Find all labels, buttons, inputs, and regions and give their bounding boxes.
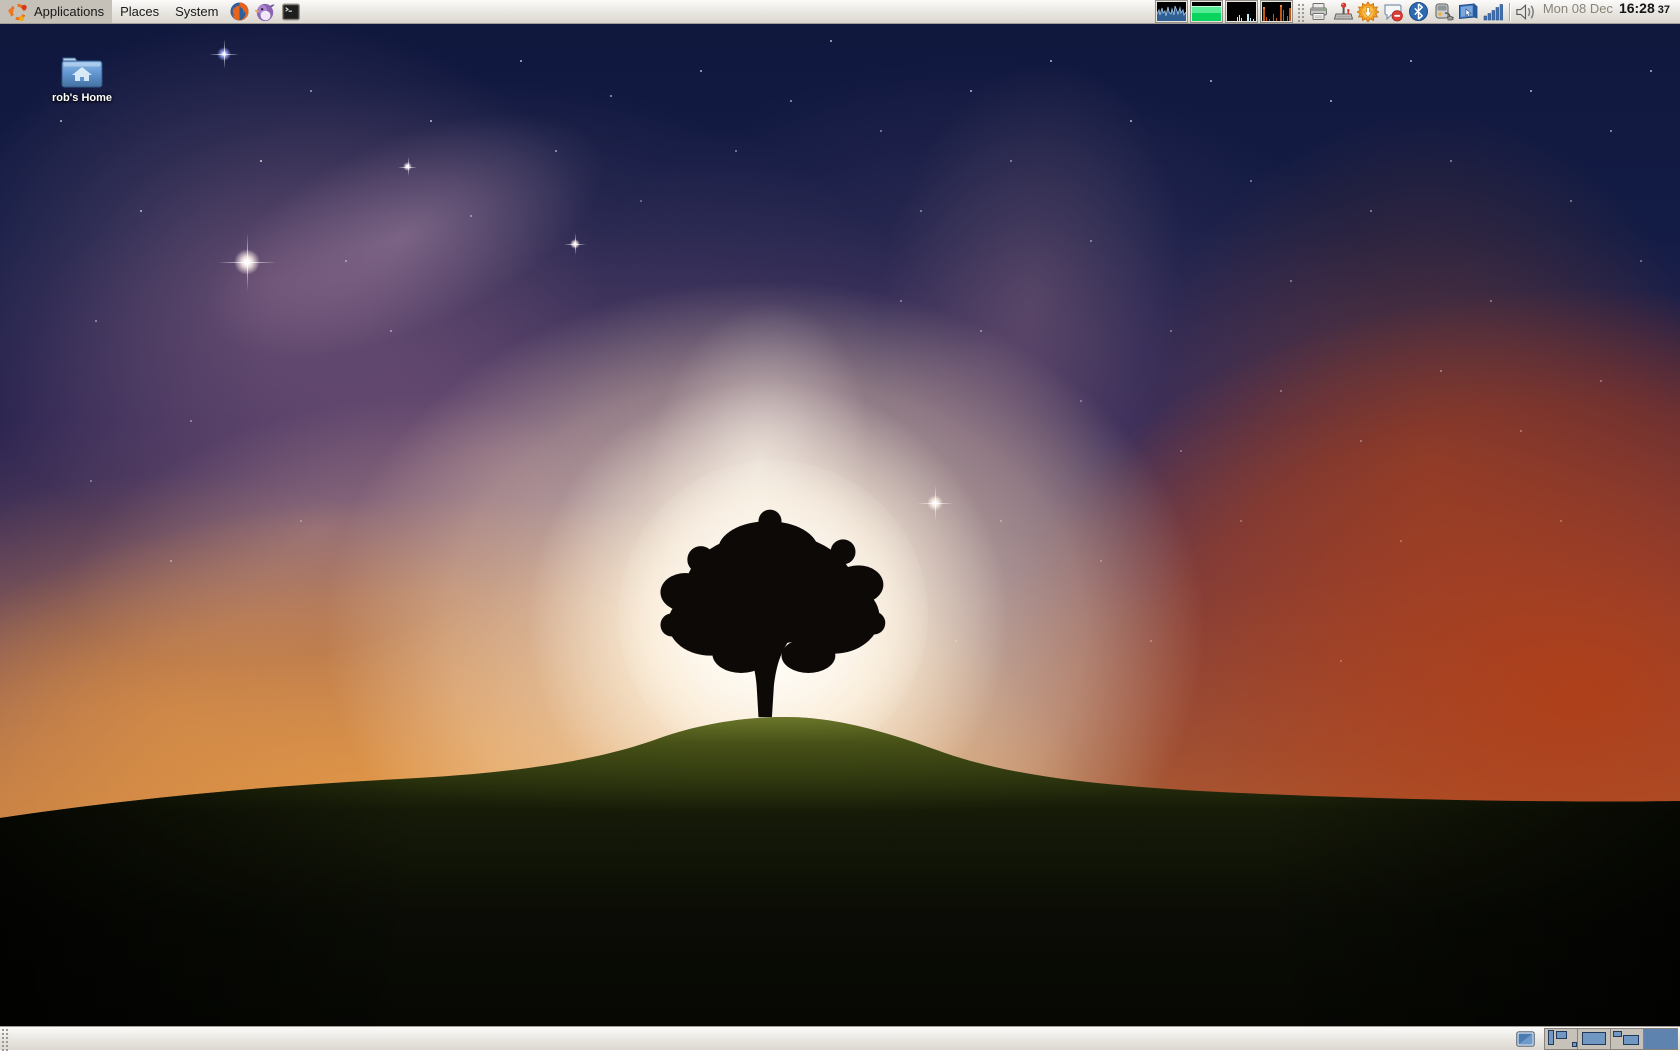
menu-places[interactable]: Places	[112, 0, 167, 23]
workspace-window	[1572, 1042, 1577, 1047]
clock-time: 16:28	[1619, 0, 1655, 16]
notification-area	[1307, 0, 1505, 23]
hardware-drivers-joystick-icon[interactable]	[1332, 0, 1355, 23]
desktop-icon-label: rob's Home	[52, 92, 112, 104]
workspace-window	[1548, 1030, 1554, 1045]
pidgin-icon	[255, 1, 275, 22]
remote-desktop-icon[interactable]	[1457, 0, 1480, 23]
show-desktop-icon	[1516, 1031, 1535, 1047]
bottom-panel	[0, 1026, 1680, 1050]
show-desktop-button[interactable]	[1514, 1028, 1536, 1050]
workspace-window	[1556, 1031, 1567, 1039]
clock-seconds: 37	[1658, 4, 1670, 16]
volume-icon[interactable]	[1514, 0, 1537, 23]
pidgin-launcher[interactable]	[252, 0, 278, 24]
bright-star	[234, 249, 260, 275]
clock-applet[interactable]: Mon 08 Dec 16:28 37	[1537, 0, 1680, 23]
bluetooth-icon[interactable]	[1407, 0, 1430, 23]
bright-star	[403, 162, 412, 171]
desktop-icon-robs-home[interactable]: rob's Home	[48, 50, 116, 104]
ubuntu-logo-icon	[8, 2, 28, 22]
menu-applications[interactable]: Applications	[0, 0, 112, 23]
printer-icon[interactable]	[1307, 0, 1330, 23]
workspace-3[interactable]	[1611, 1029, 1644, 1049]
home-folder-icon	[59, 50, 105, 90]
bright-star	[217, 47, 231, 61]
menu-places-label: Places	[120, 4, 159, 19]
cpu-monitor-applet[interactable]	[1155, 0, 1188, 23]
workspace-window	[1582, 1032, 1606, 1045]
top-panel: Applications Places System	[0, 0, 1680, 24]
memory-monitor-applet[interactable]	[1190, 0, 1223, 23]
software-updates-icon[interactable]	[1357, 0, 1380, 23]
bright-star	[927, 495, 943, 511]
network-monitor-applet[interactable]	[1225, 0, 1258, 23]
window-list-drag-handle[interactable]	[0, 1027, 10, 1051]
workspace-window	[1623, 1035, 1639, 1045]
tree-silhouette	[645, 500, 895, 721]
notification-area-drag-handle[interactable]	[1296, 2, 1305, 22]
menu-system[interactable]: System	[167, 0, 226, 23]
workspace-4-active[interactable]	[1644, 1029, 1677, 1049]
workspace-2[interactable]	[1578, 1029, 1611, 1049]
power-manager-icon[interactable]	[1432, 0, 1455, 23]
firefox-icon	[229, 1, 250, 22]
disk-monitor-applet[interactable]	[1260, 0, 1293, 23]
messaging-offline-icon[interactable]	[1382, 0, 1405, 23]
menu-system-label: System	[175, 4, 218, 19]
terminal-icon	[281, 2, 301, 22]
terminal-launcher[interactable]	[278, 0, 304, 24]
clock-date: Mon 08 Dec	[1543, 1, 1613, 16]
workspace-1[interactable]	[1545, 1029, 1578, 1049]
grass-hill	[0, 700, 1680, 1050]
desktop: rob's Home	[0, 0, 1680, 1050]
panel-separator	[1509, 3, 1510, 21]
firefox-launcher[interactable]	[226, 0, 252, 24]
network-signal-icon[interactable]	[1482, 0, 1505, 23]
menu-applications-label: Applications	[34, 4, 104, 19]
bright-star	[570, 239, 580, 249]
workspace-window	[1613, 1031, 1622, 1037]
workspace-switcher	[1544, 1028, 1678, 1050]
